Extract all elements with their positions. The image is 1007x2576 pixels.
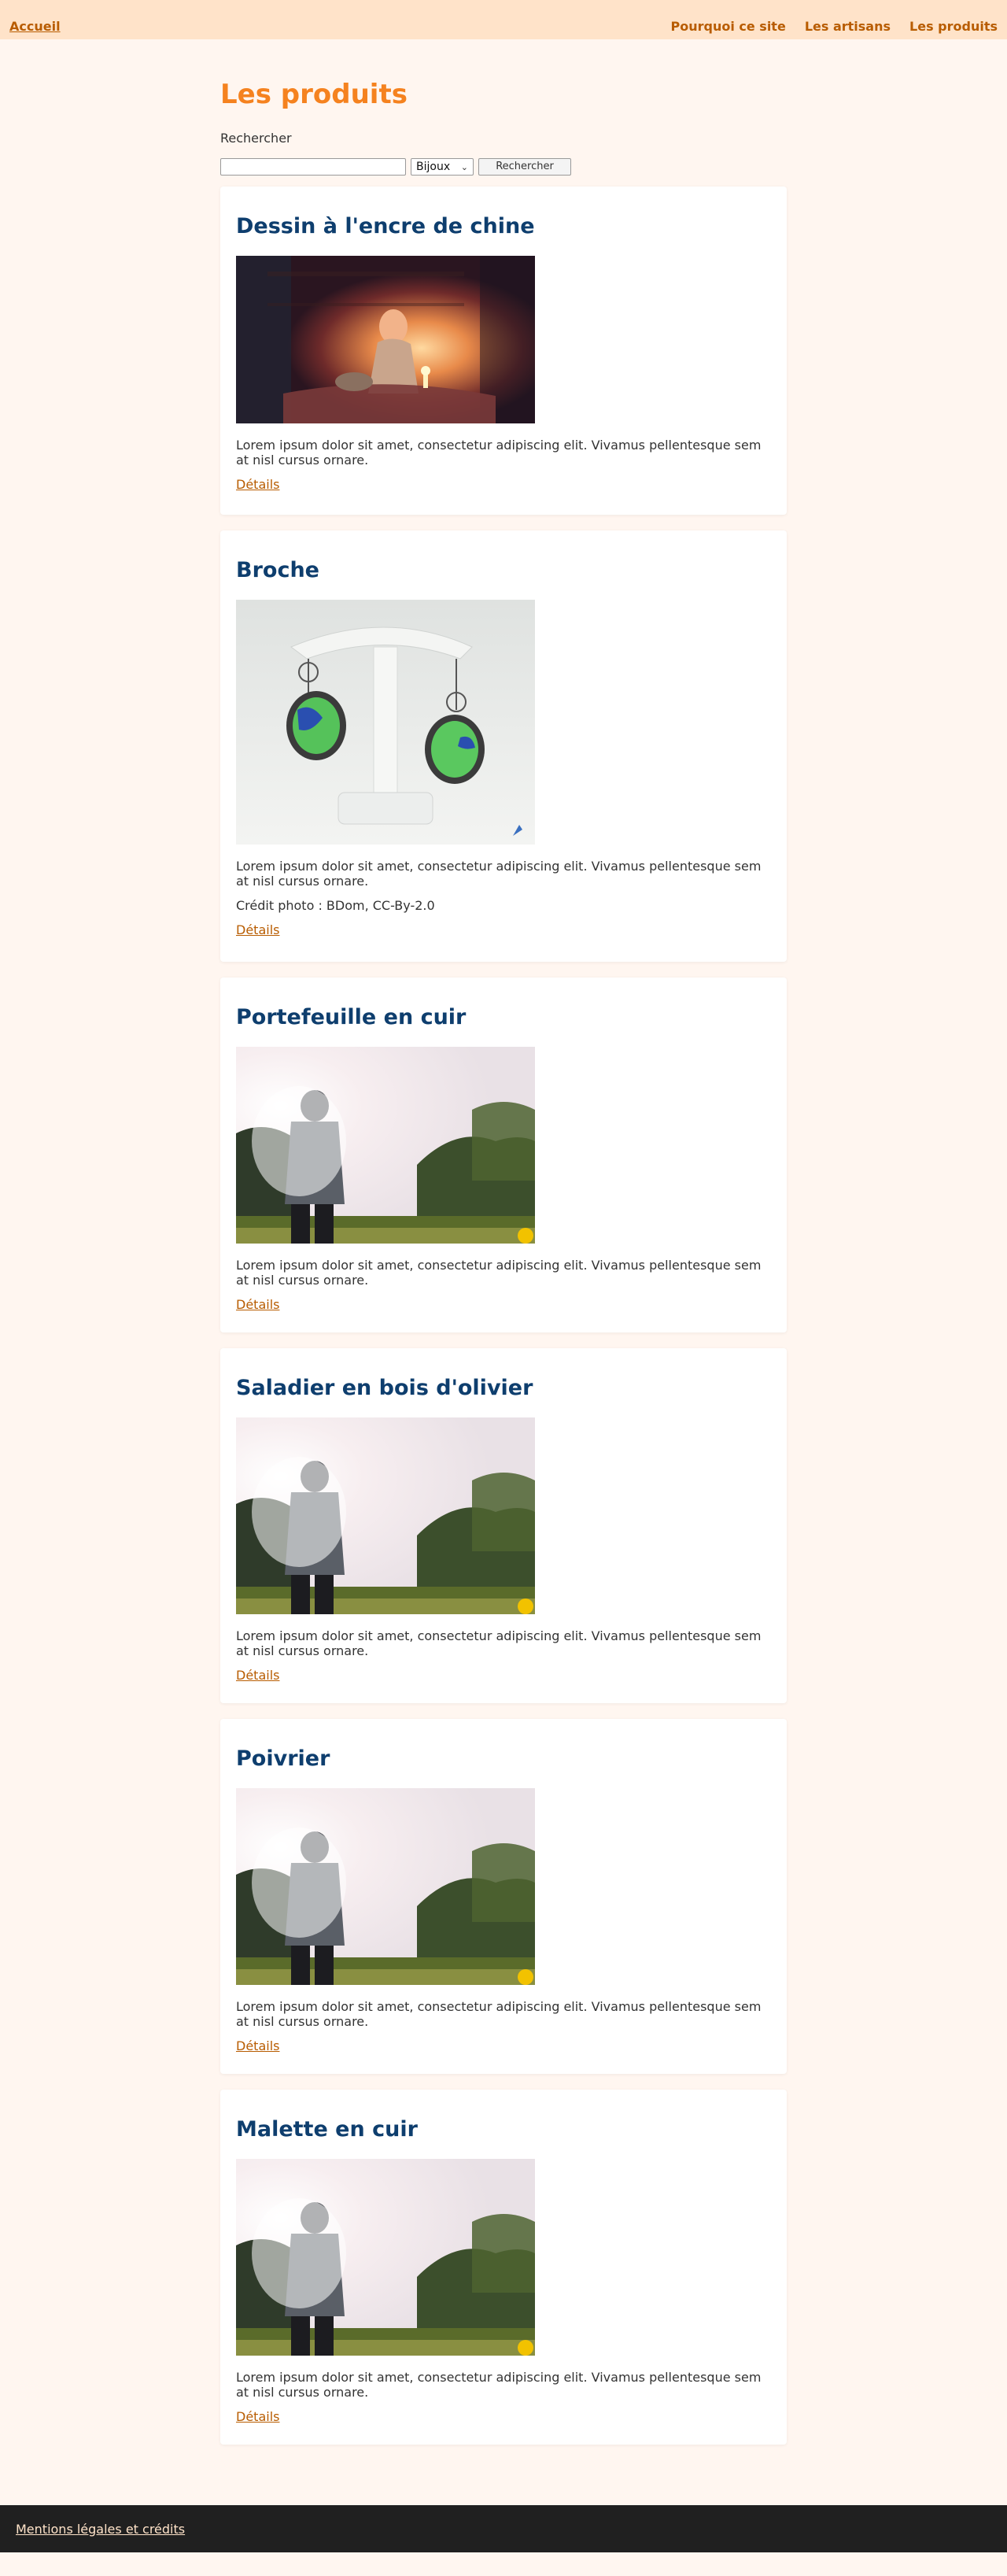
- top-navigation: Accueil Pourquoi ce site Les artisans Le…: [0, 0, 1007, 39]
- category-select-value: Bijoux: [416, 161, 451, 173]
- page-title: Les produits: [220, 79, 408, 110]
- product-card: Saladier en bois d'olivier Lorem ipsum d…: [220, 1348, 787, 1703]
- search-form: Bijoux ⌄ Rechercher: [220, 158, 787, 176]
- product-description: Lorem ipsum dolor sit amet, consectetur …: [236, 1258, 762, 1288]
- search-button[interactable]: Rechercher: [478, 158, 571, 176]
- details-link[interactable]: Détails: [236, 1668, 279, 1683]
- photo-credit: Crédit photo : BDom, CC-By-2.0: [236, 898, 435, 913]
- chevron-down-icon: ⌄: [460, 161, 468, 172]
- main-content: Les produits Rechercher Bijoux ⌄ Recherc…: [220, 39, 787, 2445]
- details-link[interactable]: Détails: [236, 1297, 279, 1312]
- product-title: Broche: [236, 558, 319, 582]
- man-in-field-photo: [236, 1788, 535, 1985]
- product-title: Dessin à l'encre de chine: [236, 214, 535, 238]
- search-label: Rechercher: [220, 131, 292, 146]
- product-description: Lorem ipsum dolor sit amet, consectetur …: [236, 859, 762, 889]
- earrings-photo: [236, 600, 535, 844]
- nav-links: Pourquoi ce site Les artisans Les produi…: [671, 19, 998, 34]
- nav-link-artisans[interactable]: Les artisans: [805, 19, 891, 34]
- legal-link[interactable]: Mentions légales et crédits: [16, 2522, 185, 2537]
- product-title: Saladier en bois d'olivier: [236, 1376, 533, 1400]
- search-input[interactable]: [220, 158, 406, 176]
- product-card: Dessin à l'encre de chine Lorem ipsum do…: [220, 187, 787, 515]
- ink-drawing-photo: [236, 256, 535, 423]
- man-in-field-photo: [236, 1417, 535, 1614]
- nav-link-pourquoi[interactable]: Pourquoi ce site: [671, 19, 786, 34]
- man-in-field-photo: [236, 2159, 535, 2356]
- product-card: Broche Lorem ipsum dolor sit amet, conse…: [220, 530, 787, 962]
- category-select[interactable]: Bijoux ⌄: [411, 158, 474, 176]
- product-card: Poivrier Lorem ipsum dolor sit amet, con…: [220, 1719, 787, 2074]
- details-link[interactable]: Détails: [236, 2038, 279, 2053]
- product-description: Lorem ipsum dolor sit amet, consectetur …: [236, 2370, 762, 2400]
- product-description: Lorem ipsum dolor sit amet, consectetur …: [236, 1628, 762, 1658]
- product-description: Lorem ipsum dolor sit amet, consectetur …: [236, 438, 762, 468]
- product-card: Portefeuille en cuir Lorem ipsum dolor s…: [220, 978, 787, 1332]
- product-description: Lorem ipsum dolor sit amet, consectetur …: [236, 1999, 762, 2029]
- product-title: Malette en cuir: [236, 2117, 418, 2142]
- nav-link-produits[interactable]: Les produits: [909, 19, 998, 34]
- details-link[interactable]: Détails: [236, 922, 279, 937]
- man-in-field-photo: [236, 1047, 535, 1244]
- details-link[interactable]: Détails: [236, 2409, 279, 2424]
- product-title: Portefeuille en cuir: [236, 1005, 467, 1029]
- page-footer: Mentions légales et crédits: [0, 2505, 1007, 2552]
- product-card: Malette en cuir Lorem ipsum dolor sit am…: [220, 2090, 787, 2445]
- details-link[interactable]: Détails: [236, 477, 279, 492]
- product-title: Poivrier: [236, 1746, 330, 1771]
- nav-home-link[interactable]: Accueil: [9, 19, 61, 34]
